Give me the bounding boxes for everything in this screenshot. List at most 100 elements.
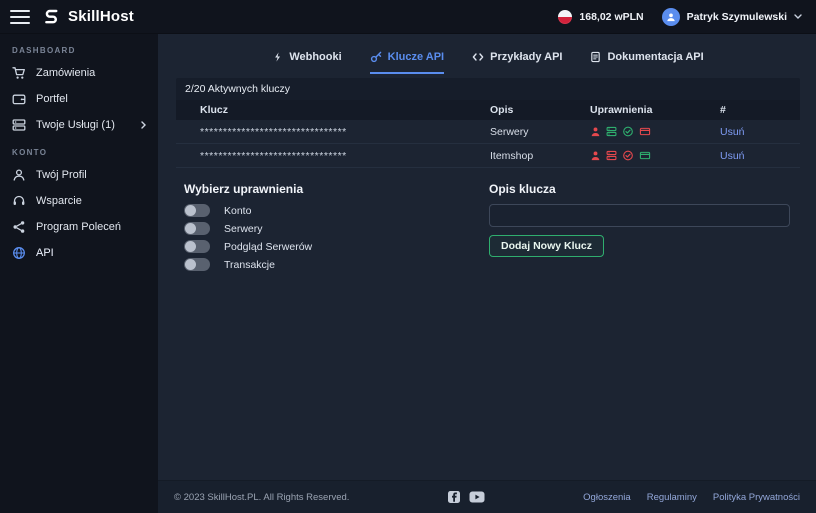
footer-link-regulaminy[interactable]: Regulaminy [647, 492, 697, 503]
key-description-input[interactable] [489, 204, 790, 227]
api-key-masked: ******************************** [200, 125, 347, 138]
wallet-icon [12, 92, 26, 106]
brand-name: SkillHost [68, 8, 134, 25]
tab-dokumentacja-api[interactable]: Dokumentacja API [590, 51, 704, 74]
permission-podglad-icon [622, 126, 634, 137]
tab-webhooki[interactable]: Webhooki [272, 51, 342, 74]
sidebar-item-label: Twój Profil [36, 169, 87, 181]
permission-transakcje-icon [639, 150, 651, 161]
table-header-row: Klucz Opis Uprawnienia # [176, 100, 800, 120]
sidebar-item-label: API [36, 247, 54, 259]
poland-flag-icon [558, 9, 573, 24]
toggle-label: Konto [224, 204, 252, 217]
table-row: ******************************** Serwery [176, 120, 800, 144]
api-key-description: Serwery [490, 125, 529, 138]
sidebar-item-label: Program Poleceń [36, 221, 121, 233]
new-key-forms: Wybierz uprawnienia Konto Serwery Podglą… [176, 182, 800, 276]
sidebar-item-label: Wsparcie [36, 195, 82, 207]
podglad-serwerow-toggle[interactable] [184, 240, 210, 253]
main-content: Webhooki Klucze API Przykłady API Dokume… [158, 34, 816, 513]
key-form-title: Opis klucza [489, 182, 556, 196]
sidebar-item-wsparcie[interactable]: Wsparcie [0, 188, 158, 214]
tab-label: Webhooki [289, 51, 342, 63]
sidebar-item-twoje-uslugi[interactable]: Twoje Usługi (1) [0, 112, 158, 138]
avatar [661, 7, 680, 26]
permission-indicators [590, 126, 720, 137]
toggle-label: Podgląd Serwerów [224, 240, 313, 253]
col-opis: Opis [490, 104, 514, 116]
transakcje-toggle[interactable] [184, 258, 210, 271]
api-key-description: Itemshop [490, 149, 534, 162]
col-actions: # [720, 104, 726, 116]
cart-icon [12, 66, 26, 80]
sidebar-section-konto: KONTO [12, 148, 48, 157]
user-menu[interactable]: Patryk Szymulewski [661, 7, 802, 26]
brand-logo[interactable]: SkillHost [42, 7, 134, 26]
api-tabs: Webhooki Klucze API Przykłady API Dokume… [176, 34, 800, 74]
permission-serwery-icon [606, 126, 617, 137]
toggle-row-podglad-serwerow: Podgląd Serwerów [184, 240, 489, 253]
footer-link-polityka[interactable]: Polityka Prywatności [713, 492, 800, 503]
api-icon [12, 246, 26, 260]
wallet-balance[interactable]: 168,02 wPLN [558, 9, 644, 24]
permission-konto-icon [590, 150, 601, 161]
sidebar-item-label: Portfel [36, 93, 68, 105]
api-key-masked: ******************************** [200, 149, 347, 162]
permission-serwery-icon [606, 150, 617, 161]
sidebar-item-zamowienia[interactable]: Zamówienia [0, 60, 158, 86]
sidebar-item-label: Zamówienia [36, 67, 96, 79]
sidebar-item-portfel[interactable]: Portfel [0, 86, 158, 112]
copyright-text: © 2023 SkillHost.PL. All Rights Reserved… [174, 491, 350, 503]
sidebar-item-twoj-profil[interactable]: Twój Profil [0, 162, 158, 188]
webhook-icon [272, 51, 283, 63]
balance-amount: 168,02 wPLN [579, 10, 644, 23]
code-icon [472, 51, 484, 63]
permission-indicators [590, 150, 720, 161]
youtube-icon[interactable] [469, 491, 485, 503]
active-keys-count: 2/20 Aktywnych kluczy [176, 78, 800, 100]
topbar: SkillHost 168,02 wPLN Patryk Szymulewski [0, 0, 816, 34]
footer-link-ogloszenia[interactable]: Ogłoszenia [583, 492, 631, 503]
tab-label: Klucze API [387, 51, 445, 63]
sidebar-item-api[interactable]: API [0, 240, 158, 266]
delete-key-link[interactable]: Usuń [720, 150, 786, 162]
sidebar-section-dashboard: DASHBOARD [12, 46, 76, 55]
hamburger-menu-icon[interactable] [10, 9, 30, 24]
toggle-row-serwery: Serwery [184, 222, 489, 235]
support-icon [12, 194, 26, 208]
table-row: ******************************** Itemsho… [176, 144, 800, 168]
col-uprawnienia: Uprawnienia [590, 104, 653, 116]
toggle-row-konto: Konto [184, 204, 489, 217]
serwery-toggle[interactable] [184, 222, 210, 235]
sidebar: DASHBOARD Zamówienia Portfel Twoje Usług… [0, 34, 158, 513]
facebook-icon[interactable] [447, 490, 461, 504]
toggle-row-transakcje: Transakcje [184, 258, 489, 271]
permission-podglad-icon [622, 150, 634, 161]
tab-label: Przykłady API [490, 51, 563, 63]
api-keys-table: 2/20 Aktywnych kluczy Klucz Opis Uprawni… [176, 78, 800, 168]
tab-label: Dokumentacja API [607, 51, 704, 63]
username: Patryk Szymulewski [686, 10, 787, 23]
tab-klucze-api[interactable]: Klucze API [369, 51, 445, 74]
permissions-form: Wybierz uprawnienia Konto Serwery Podglą… [184, 182, 489, 276]
permission-transakcje-icon [639, 126, 651, 137]
konto-toggle[interactable] [184, 204, 210, 217]
tab-przyklady-api[interactable]: Przykłady API [472, 51, 562, 74]
social-links [447, 490, 485, 504]
col-klucz: Klucz [200, 104, 229, 116]
permission-konto-icon [590, 126, 601, 137]
add-key-button[interactable]: Dodaj Nowy Klucz [489, 235, 605, 257]
user-icon [12, 168, 26, 182]
delete-key-link[interactable]: Usuń [720, 126, 786, 138]
docs-icon [590, 51, 601, 63]
sidebar-item-label: Twoje Usługi (1) [36, 119, 115, 131]
footer: © 2023 SkillHost.PL. All Rights Reserved… [158, 480, 816, 513]
chevron-down-icon [794, 14, 802, 19]
key-icon [370, 51, 382, 63]
permissions-form-title: Wybierz uprawnienia [184, 182, 304, 196]
toggle-label: Serwery [224, 222, 263, 235]
services-icon [12, 118, 26, 132]
referral-icon [12, 220, 26, 234]
toggle-label: Transakcje [224, 258, 275, 271]
sidebar-item-program-polecen[interactable]: Program Poleceń [0, 214, 158, 240]
